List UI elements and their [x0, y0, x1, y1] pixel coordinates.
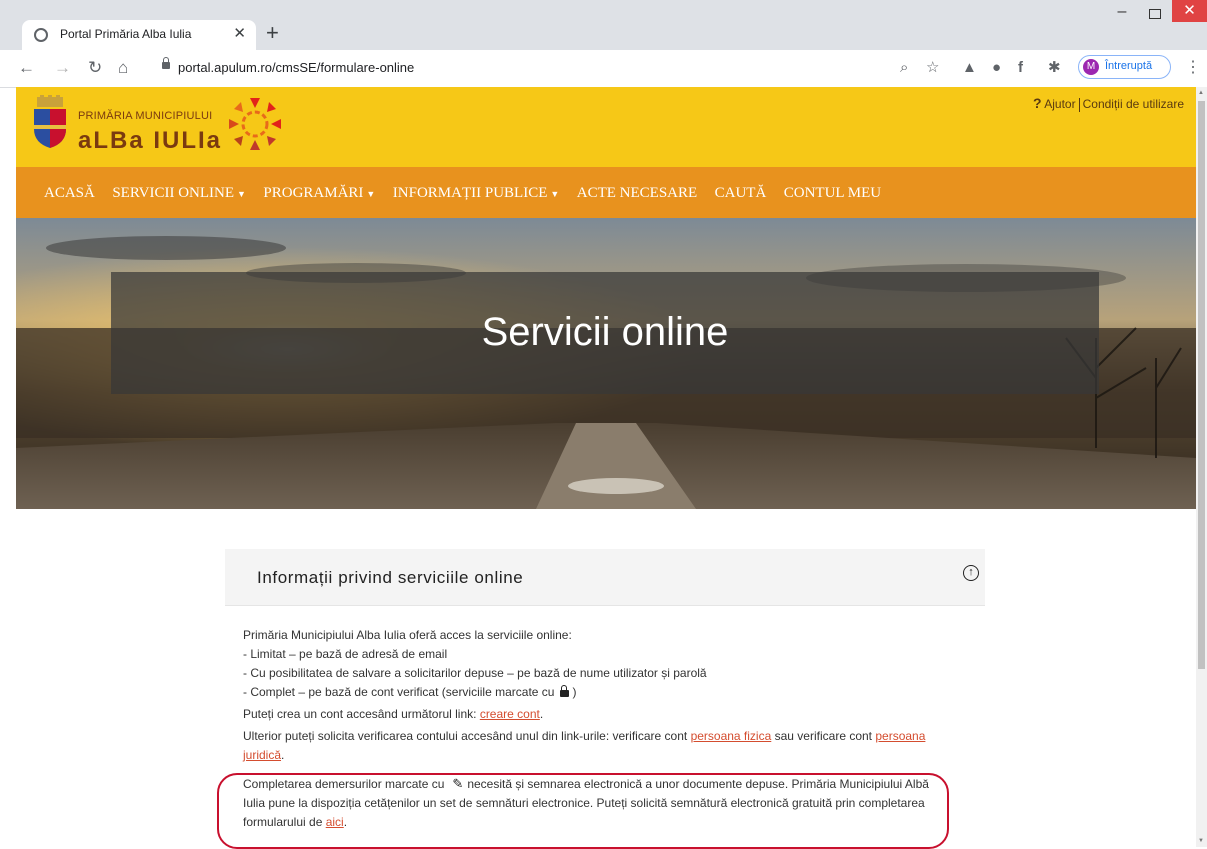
main-navigation: ACASĂ SERVICII ONLINE ▼ PROGRAMĂRI ▼ INFOR…: [16, 167, 1196, 218]
extension-bubble-icon[interactable]: ●: [992, 58, 1001, 78]
caret-down-icon: ▼: [550, 188, 560, 199]
lock-icon: [560, 685, 570, 697]
nav-item-search[interactable]: CAUTĂ: [715, 185, 767, 202]
nav-item-public-info[interactable]: INFORMAȚII PUBLICE ▼: [393, 185, 560, 202]
caret-down-icon: ▼: [366, 188, 376, 199]
home-icon[interactable]: ⌂: [118, 58, 128, 78]
verify-account-text: Ulterior puteți solicita verificarea con…: [243, 729, 926, 762]
header-links: ? Ajutor Condiții de utilizare: [1033, 95, 1184, 112]
url-text[interactable]: portal.apulum.ro/cmsSE/formulare-online: [178, 60, 414, 75]
extension-drive-icon[interactable]: ▲: [962, 58, 977, 78]
list-item: - Complet – pe bază de cont verificat (s…: [243, 685, 577, 699]
create-account-text: Puteți crea un cont accesând următorul l…: [243, 707, 544, 721]
lock-icon[interactable]: [162, 57, 170, 69]
browser-tab-strip: Portal Primăria Alba Iulia ✕ + – ✕: [0, 0, 1207, 50]
extensions-puzzle-icon[interactable]: ✱: [1048, 58, 1061, 78]
logo-subtitle: PRIMĂRIA MUNICIPIULUI: [78, 110, 213, 122]
collapse-arrow-icon[interactable]: ↑: [963, 565, 979, 581]
hero-banner: Servicii online: [16, 218, 1196, 509]
tab-close-icon[interactable]: ✕: [233, 25, 246, 43]
extension-f-icon[interactable]: f: [1018, 58, 1023, 78]
page-scrollbar[interactable]: ▲ ▼: [1196, 87, 1207, 847]
city-crest-icon: [34, 95, 66, 148]
window-minimize-button[interactable]: –: [1110, 4, 1134, 23]
nav-item-services[interactable]: SERVICII ONLINE ▼: [112, 185, 246, 202]
logo-title: aLBa IULIa: [78, 127, 223, 154]
scroll-down-arrow-icon[interactable]: ▼: [1198, 838, 1204, 844]
forward-icon[interactable]: →: [54, 58, 71, 78]
globe-icon: [34, 28, 48, 42]
nav-item-account[interactable]: CONTUL MEU: [784, 185, 881, 202]
terms-link[interactable]: Condiții de utilizare: [1083, 97, 1184, 111]
create-account-link[interactable]: creare cont: [480, 707, 540, 721]
site-header: PRIMĂRIA MUNICIPIULUI aLBa IULIa ? Ajuto…: [16, 87, 1196, 167]
nav-item-documents[interactable]: ACTE NECESARE: [577, 185, 697, 202]
info-panel-header[interactable]: Informații privind serviciile online ↑: [225, 549, 985, 606]
browser-tab[interactable]: Portal Primăria Alba Iulia ✕: [22, 20, 256, 50]
highlight-annotation: [217, 773, 949, 849]
verify-individual-link[interactable]: persoana fizica: [691, 729, 772, 743]
scroll-up-arrow-icon[interactable]: ▲: [1198, 90, 1204, 96]
menu-kebab-icon[interactable]: ⋮: [1185, 58, 1201, 78]
bookmark-star-icon[interactable]: ☆: [926, 58, 939, 78]
page-title: Servicii online: [481, 310, 729, 354]
scrollbar-thumb[interactable]: [1198, 101, 1205, 669]
nav-item-home[interactable]: ACASĂ: [44, 185, 95, 202]
browser-toolbar: ← → ↻ ⌂ portal.apulum.ro/cmsSE/formulare…: [0, 50, 1207, 88]
nav-item-appointments[interactable]: PROGRAMĂRI ▼: [263, 185, 375, 202]
caret-down-icon: ▼: [237, 188, 246, 199]
reload-icon[interactable]: ↻: [88, 58, 102, 78]
profile-button[interactable]: M Întreruptă: [1078, 55, 1171, 79]
list-item: - Cu posibilitatea de salvare a solicita…: [243, 666, 707, 680]
tab-title: Portal Primăria Alba Iulia: [60, 27, 192, 41]
hero-title-panel: Servicii online: [111, 272, 1099, 394]
back-icon[interactable]: ←: [18, 58, 35, 78]
logo-star-icon: [229, 98, 281, 150]
zoom-icon[interactable]: ⌕: [900, 58, 908, 78]
window-close-button[interactable]: ✕: [1172, 0, 1207, 22]
new-tab-button[interactable]: +: [266, 21, 279, 45]
help-link[interactable]: Ajutor: [1044, 97, 1075, 111]
info-panel-title: Informații privind serviciile online: [257, 568, 524, 587]
intro-text: Primăria Municipiului Alba Iulia oferă a…: [243, 628, 572, 642]
address-bar[interactable]: portal.apulum.ro/cmsSE/formulare-online: [150, 54, 890, 82]
avatar: M: [1083, 59, 1099, 75]
list-item: - Limitat – pe bază de adresă de email: [243, 647, 448, 661]
profile-status: Întreruptă: [1105, 60, 1153, 72]
window-maximize-button[interactable]: [1143, 5, 1167, 23]
